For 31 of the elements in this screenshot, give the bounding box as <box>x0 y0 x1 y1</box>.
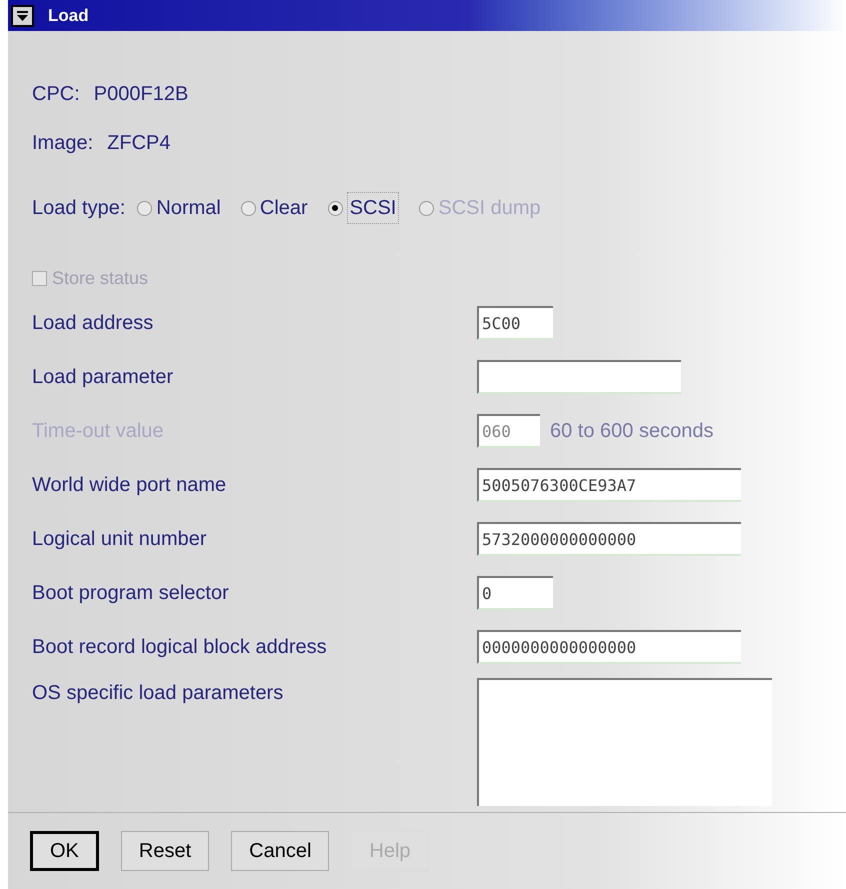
input-field[interactable]: 0000000000000000 <box>477 630 741 664</box>
field-label: Load type: <box>32 196 126 221</box>
dialog-button[interactable]: Cancel <box>231 831 330 871</box>
input-field[interactable]: 5C00 <box>477 306 553 340</box>
radio-option[interactable]: Normal <box>137 193 221 223</box>
field-label: OS specific load parameters <box>32 681 284 706</box>
input-field[interactable] <box>477 360 681 394</box>
radio-button[interactable] <box>240 200 256 216</box>
dialog-button[interactable]: Reset <box>120 831 210 871</box>
text-area[interactable] <box>477 678 772 806</box>
field-value: ZFCP4 <box>107 131 170 156</box>
radio-button[interactable] <box>328 200 343 216</box>
field-label: Boot record logical block address <box>32 635 328 660</box>
field-label: Image: <box>32 131 94 156</box>
window-title: Load <box>48 4 89 27</box>
field-label: Logical unit number <box>32 527 208 552</box>
field-label: Load address <box>32 311 154 336</box>
input-field[interactable]: 5732000000000000 <box>477 522 741 556</box>
field-label: World wide port name <box>32 473 228 498</box>
radio-button[interactable] <box>137 200 152 216</box>
field-label: Load parameter <box>32 365 174 390</box>
system-menu-button[interactable] <box>11 4 34 26</box>
dialog-button[interactable]: OK <box>30 831 99 871</box>
field-value: P000F12B <box>94 82 188 107</box>
menu-icon <box>16 10 29 22</box>
field-label: CPC: <box>32 82 80 107</box>
field-label: Boot program selector <box>32 581 230 606</box>
input-field[interactable]: 5005076300CE93A7 <box>477 468 741 502</box>
hint-text: 60 to 600 seconds <box>550 419 714 444</box>
radio-option[interactable]: Clear <box>240 193 308 223</box>
input-field[interactable]: 0 <box>477 576 553 610</box>
